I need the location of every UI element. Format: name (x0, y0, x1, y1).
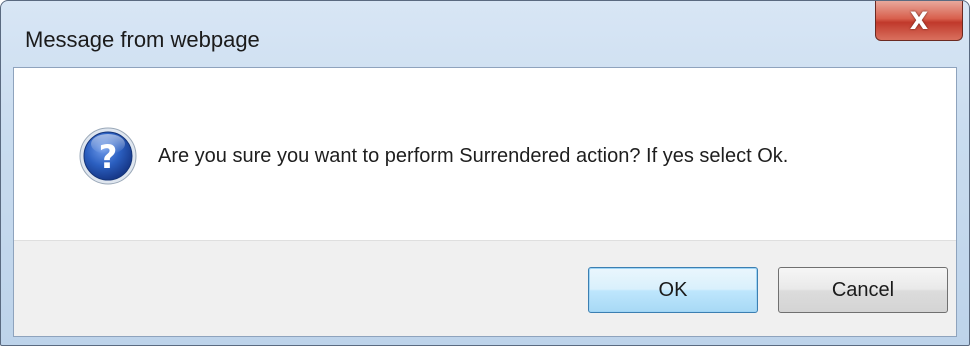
close-icon: X (909, 6, 929, 35)
button-bar: OK Cancel (14, 240, 956, 336)
window-title: Message from webpage (25, 27, 260, 52)
dialog-window: Message from webpage X ? Are you sure yo… (0, 0, 970, 346)
title-bar[interactable]: Message from webpage X (1, 1, 969, 67)
dialog-body: ? Are you sure you want to perform Surre… (13, 67, 957, 337)
cancel-button[interactable]: Cancel (778, 267, 948, 313)
svg-text:?: ? (99, 138, 118, 176)
ok-button[interactable]: OK (588, 267, 758, 313)
message-area: ? Are you sure you want to perform Surre… (14, 68, 956, 240)
message-text: Are you sure you want to perform Surrend… (158, 145, 789, 167)
close-button[interactable]: X (875, 1, 963, 41)
question-icon: ? (79, 127, 137, 185)
